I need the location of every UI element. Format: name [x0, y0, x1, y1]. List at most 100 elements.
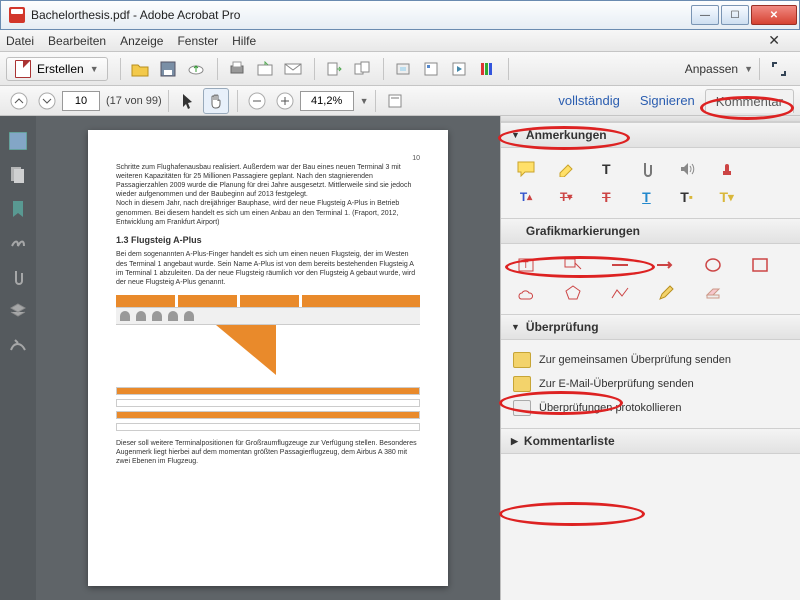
triangle-down-icon: ▼	[511, 130, 520, 140]
combine-button[interactable]	[349, 56, 375, 82]
menu-window[interactable]: Fenster	[177, 34, 218, 48]
annotation-tools: T T▴ T▾ T T T▪ T▾	[501, 148, 800, 218]
insert-text-tool[interactable]: T▴	[513, 186, 539, 208]
customize-label[interactable]: Anpassen	[685, 62, 738, 76]
bookmarks-icon[interactable]	[9, 200, 27, 218]
sidebar-nav	[0, 116, 36, 600]
palette-button[interactable]	[474, 56, 500, 82]
envelope-icon	[513, 376, 531, 392]
arrow-tool[interactable]	[653, 254, 679, 276]
stamp-tool[interactable]	[714, 158, 740, 180]
thumbnails-icon[interactable]	[9, 132, 27, 150]
open-button[interactable]	[127, 56, 153, 82]
chevron-down-icon: ▼	[744, 64, 753, 74]
mdi-close-button[interactable]: ✕	[768, 32, 780, 49]
minimize-button[interactable]: —	[691, 5, 719, 25]
save-button[interactable]	[155, 56, 181, 82]
chevron-down-icon[interactable]: ▼	[360, 96, 369, 106]
app-icon	[9, 7, 25, 23]
email-button[interactable]	[280, 56, 306, 82]
audio-comment-tool[interactable]	[674, 158, 700, 180]
panel-review-header[interactable]: ▼ Überprüfung	[501, 314, 800, 340]
text-correction-tool[interactable]: T▾	[714, 186, 740, 208]
svg-text:T: T	[523, 260, 529, 270]
select-tool[interactable]	[175, 88, 201, 114]
pages-icon[interactable]	[9, 166, 27, 184]
strikethrough-tool[interactable]: T	[593, 186, 619, 208]
attach-file-tool[interactable]	[633, 158, 659, 180]
document-icon	[15, 60, 31, 78]
media-button[interactable]	[446, 56, 472, 82]
highlight-tool[interactable]	[553, 158, 579, 180]
textbox-tool[interactable]: T	[513, 254, 539, 276]
review-track[interactable]: Überprüfungen protokollieren	[513, 396, 788, 420]
replace-text-tool[interactable]: T▾	[553, 186, 579, 208]
triangle-right-icon: ▶	[511, 436, 518, 447]
layers-icon[interactable]	[9, 302, 27, 320]
main-area: 10 Schritte zum Flughafenausbau realisie…	[0, 116, 800, 600]
body-text: Dieser soll weitere Terminalpositionen f…	[116, 439, 420, 466]
print-button[interactable]	[224, 56, 250, 82]
maximize-button[interactable]: ☐	[721, 5, 749, 25]
zoom-in-button[interactable]	[272, 88, 298, 114]
underline-tool[interactable]: T	[633, 186, 659, 208]
pencil-tool[interactable]	[653, 282, 679, 304]
tab-vollstaendig[interactable]: vollständig	[548, 89, 629, 112]
create-button[interactable]: Erstellen ▼	[6, 57, 108, 81]
panel-commentlist-header[interactable]: ▶ Kommentarliste	[501, 428, 800, 454]
pdf-page: 10 Schritte zum Flughafenausbau realisie…	[88, 130, 448, 586]
review-shared[interactable]: Zur gemeinsamen Überprüfung senden	[513, 348, 788, 372]
menu-view[interactable]: Anzeige	[120, 34, 163, 48]
fullscreen-button[interactable]	[766, 56, 792, 82]
connected-lines-tool[interactable]	[607, 282, 633, 304]
drawing-tools: T	[501, 244, 800, 314]
export-button[interactable]	[321, 56, 347, 82]
attachments-icon[interactable]	[9, 268, 27, 286]
menu-edit[interactable]: Bearbeiten	[48, 34, 106, 48]
page-number-input[interactable]	[62, 91, 100, 111]
document-viewport[interactable]: 10 Schritte zum Flughafenausbau realisie…	[36, 116, 500, 600]
tab-signieren[interactable]: Signieren	[630, 89, 705, 112]
close-button[interactable]: ✕	[751, 5, 797, 25]
form-button[interactable]	[418, 56, 444, 82]
panel-drawing-header[interactable]: ▼ Grafikmarkierungen	[501, 218, 800, 244]
tags-icon[interactable]	[9, 336, 27, 354]
window-titlebar: Bachelorthesis.pdf - Adobe Acrobat Pro —…	[0, 0, 800, 30]
panel-drawing-label: Grafikmarkierungen	[526, 224, 640, 238]
cloud-tool[interactable]	[513, 282, 539, 304]
window-title: Bachelorthesis.pdf - Adobe Acrobat Pro	[31, 8, 689, 22]
text-note-tool[interactable]: T▪	[674, 186, 700, 208]
panel-annotations-header[interactable]: ▼ Anmerkungen	[501, 122, 800, 148]
heading: 1.3 Flugsteig A-Plus	[116, 235, 420, 247]
rectangle-tool[interactable]	[747, 254, 773, 276]
line-tool[interactable]	[607, 254, 633, 276]
read-mode-button[interactable]	[382, 88, 408, 114]
eraser-tool[interactable]	[700, 282, 726, 304]
sticky-note-tool[interactable]	[513, 158, 539, 180]
menu-help[interactable]: Hilfe	[232, 34, 256, 48]
panel-review-label: Überprüfung	[526, 320, 599, 334]
oval-tool[interactable]	[700, 254, 726, 276]
page-up-button[interactable]	[6, 88, 32, 114]
share-button[interactable]	[252, 56, 278, 82]
body-text: Schritte zum Flughafenausbau realisiert.…	[116, 163, 420, 199]
menu-file[interactable]: Datei	[6, 34, 34, 48]
panel-annotations-label: Anmerkungen	[526, 128, 607, 142]
polygon-tool[interactable]	[560, 282, 586, 304]
tab-kommentar[interactable]: Kommentar	[705, 89, 794, 113]
toolbar-nav: (17 von 99) ▼ vollständig Signieren Komm…	[0, 86, 800, 116]
hand-tool[interactable]	[203, 88, 229, 114]
zoom-input[interactable]	[300, 91, 354, 111]
page-total-label: (17 von 99)	[106, 95, 162, 107]
scan-button[interactable]	[390, 56, 416, 82]
page-down-button[interactable]	[34, 88, 60, 114]
text-comment-tool[interactable]: T	[593, 158, 619, 180]
cloud-button[interactable]	[183, 56, 209, 82]
callout-tool[interactable]	[560, 254, 586, 276]
review-email[interactable]: Zur E-Mail-Überprüfung senden	[513, 372, 788, 396]
zoom-out-button[interactable]	[244, 88, 270, 114]
comment-panel: ▼ Anmerkungen T T▴ T▾ T T T▪ T▾ ▼ Grafik…	[500, 116, 800, 600]
triangle-down-icon: ▼	[511, 322, 520, 332]
signatures-icon[interactable]	[9, 234, 27, 252]
review-list: Zur gemeinsamen Überprüfung senden Zur E…	[501, 340, 800, 428]
